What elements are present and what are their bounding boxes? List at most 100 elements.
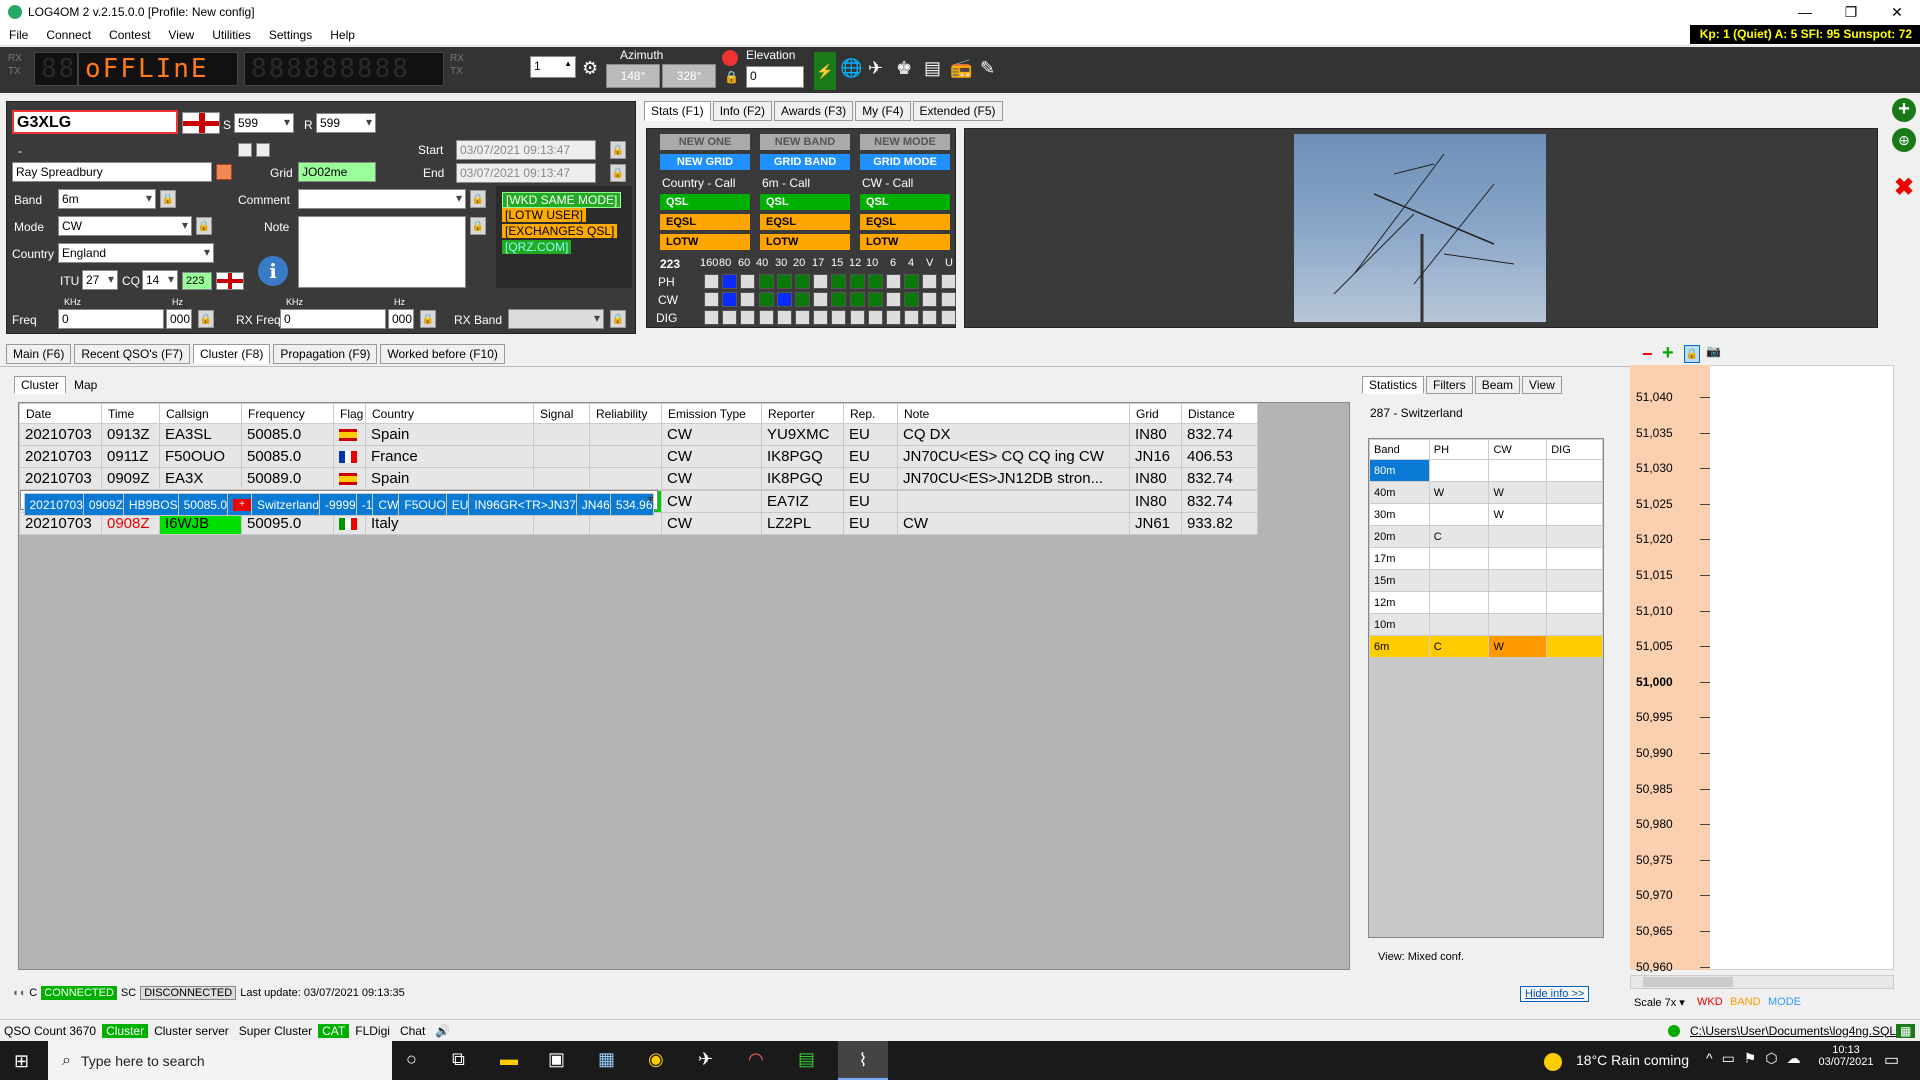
radio-icon[interactable]: 📻 xyxy=(950,58,972,79)
menu-settings[interactable]: Settings xyxy=(260,28,321,42)
tab-main[interactable]: Main (F6) xyxy=(6,344,72,364)
file-explorer-icon[interactable]: ▬ xyxy=(500,1049,518,1070)
mode-select[interactable]: CW xyxy=(58,216,192,236)
menu-view[interactable]: View xyxy=(159,28,203,42)
filter-mode[interactable]: MODE xyxy=(1768,996,1801,1008)
stack-icon[interactable]: ▤ xyxy=(924,58,941,79)
tab-worked-before[interactable]: Worked before (F10) xyxy=(380,344,505,364)
grid-input[interactable]: JO02me xyxy=(298,162,376,182)
col-country[interactable]: Country xyxy=(365,403,534,424)
radio-spinner[interactable]: 1 ▲ xyxy=(530,56,576,78)
itu-select[interactable]: 27 xyxy=(82,270,118,290)
comment-lock-icon[interactable]: 🔒 xyxy=(470,190,486,208)
cq-select[interactable]: 14 xyxy=(142,270,178,290)
freq-lock-icon[interactable]: 🔒 xyxy=(198,310,214,328)
tab-view[interactable]: View xyxy=(1522,376,1562,394)
taskbar-search[interactable]: ⌕ Type here to search xyxy=(48,1041,392,1080)
filter-wkd[interactable]: WKD xyxy=(1697,996,1723,1008)
menu-utilities[interactable]: Utilities xyxy=(203,28,260,42)
tab-filters[interactable]: Filters xyxy=(1426,376,1473,394)
task-view-icon[interactable]: ○ xyxy=(406,1049,417,1070)
tab-awards[interactable]: Awards (F3) xyxy=(774,101,854,121)
status-chat[interactable]: Chat xyxy=(396,1024,429,1038)
tab-beam[interactable]: Beam xyxy=(1474,376,1521,394)
add-icon[interactable]: + xyxy=(1892,98,1916,122)
callsign-input[interactable]: G3XLG xyxy=(12,110,178,134)
col-date[interactable]: Date xyxy=(19,403,102,424)
table-row[interactable]: 20210703 0913Z EA3SL 50085.0 Spain CW YU9XMC EU… xyxy=(19,423,1258,446)
menu-connect[interactable]: Connect xyxy=(37,28,100,42)
database-path[interactable]: C:\Users\User\Documents\log4ng.SQLite xyxy=(1686,1024,1913,1038)
clock[interactable]: 10:13 03/07/2021 xyxy=(1816,1044,1876,1068)
list-item[interactable]: 20m C xyxy=(1369,525,1603,548)
notification-icon[interactable]: ▭ xyxy=(1884,1050,1899,1070)
headphones-icon[interactable]: ◠ xyxy=(748,1049,764,1070)
info-icon[interactable]: i xyxy=(258,256,288,286)
speaker-icon[interactable]: 🔊 xyxy=(431,1024,454,1038)
list-item[interactable]: 80m xyxy=(1369,459,1603,482)
clear-icon[interactable]: ✖ xyxy=(1892,176,1916,200)
col-callsign[interactable]: Callsign xyxy=(159,403,242,424)
list-item[interactable]: 12m xyxy=(1369,591,1603,614)
tray-icons[interactable]: ^▭⚑⬡☁ xyxy=(1706,1050,1810,1067)
rx-band-select[interactable] xyxy=(508,309,604,329)
elevation-input[interactable]: 0 xyxy=(746,66,804,88)
band-select[interactable]: 6m xyxy=(58,189,156,209)
tab-stats[interactable]: Stats (F1) xyxy=(644,101,711,121)
name-input[interactable]: Ray Spreadbury xyxy=(12,162,212,182)
col-reliability[interactable]: Reliability xyxy=(589,403,662,424)
freq-khz-input[interactable]: 0 xyxy=(58,309,164,329)
col-distance[interactable]: Distance xyxy=(1181,403,1258,424)
table-row[interactable]: 20210703 0911Z F50OUO 50085.0 France CW IK8PGQ… xyxy=(19,445,1258,468)
start-time-input[interactable]: 03/07/2021 09:13:47 xyxy=(456,140,596,160)
list-item[interactable]: 17m xyxy=(1369,547,1603,570)
end-time-input[interactable]: 03/07/2021 09:13:47 xyxy=(456,163,596,183)
rx-freq-lock-icon[interactable]: 🔒 xyxy=(420,310,436,328)
rotator-stop-icon[interactable] xyxy=(722,50,738,66)
gear-icon[interactable]: ⚙ xyxy=(582,58,598,79)
menu-contest[interactable]: Contest xyxy=(100,28,159,42)
menu-file[interactable]: File xyxy=(0,28,37,42)
status-cat[interactable]: CAT xyxy=(318,1023,350,1038)
list-item[interactable]: 40m W W xyxy=(1369,481,1603,504)
tab-info[interactable]: Info (F2) xyxy=(712,101,773,121)
col-emission-type[interactable]: Emission Type xyxy=(661,403,762,424)
multitask-icon[interactable]: ⧉ xyxy=(452,1049,465,1070)
zoom-in-icon[interactable]: + xyxy=(1662,342,1674,365)
chrome-icon[interactable]: ◉ xyxy=(648,1049,664,1070)
signal-icon[interactable]: ⚡ xyxy=(814,52,836,90)
col-grid[interactable]: Grid xyxy=(1129,403,1182,424)
grid-view-icon[interactable]: ▦ xyxy=(1896,1023,1916,1038)
tab-cluster-list[interactable]: Cluster xyxy=(14,376,67,394)
hide-info-button[interactable]: Hide info >> xyxy=(1520,986,1590,1002)
camera-icon[interactable]: 📷 xyxy=(1706,344,1721,358)
rx-freq-hz-input[interactable]: 000 xyxy=(388,309,414,329)
satellite-icon[interactable]: ✈ xyxy=(868,58,883,79)
minimize-icon[interactable]: — xyxy=(1782,0,1828,24)
list-item[interactable]: 6m C W xyxy=(1369,635,1603,658)
note-textarea[interactable] xyxy=(298,216,466,288)
zoom-out-icon[interactable]: − xyxy=(1642,344,1653,365)
col-reporter[interactable]: Reporter xyxy=(761,403,844,424)
status-super-cluster[interactable]: Super Cluster xyxy=(235,1024,316,1038)
windows-start-icon[interactable]: ⊞ xyxy=(14,1051,29,1072)
bandmap-scrollbar[interactable] xyxy=(1630,975,1894,989)
list-item[interactable]: 10m xyxy=(1369,613,1603,636)
scale-select[interactable]: Scale 7x ▾ xyxy=(1634,996,1685,1009)
tab-statistics[interactable]: Statistics xyxy=(1362,376,1425,394)
tab-cluster[interactable]: Cluster (F8) xyxy=(193,344,271,364)
tab-cluster-map[interactable]: Map xyxy=(68,376,104,394)
filter-band[interactable]: BAND xyxy=(1730,996,1761,1008)
award-icon[interactable]: ♚ xyxy=(896,58,912,79)
globe-refresh-icon[interactable]: ⊕ xyxy=(1892,128,1916,152)
status-cluster-server[interactable]: Cluster server xyxy=(150,1024,233,1038)
qrz-lookup-icon[interactable] xyxy=(216,164,232,180)
checkbox-1[interactable] xyxy=(238,143,252,157)
end-lock-icon[interactable]: 🔒 xyxy=(610,164,626,182)
rx-band-lock-icon[interactable]: 🔒 xyxy=(610,310,626,328)
note-lock-icon[interactable]: 🔒 xyxy=(470,217,486,235)
start-lock-icon[interactable]: 🔒 xyxy=(610,141,626,159)
table-row[interactable]: 20210703 0909Z EA3X 50089.0 Spain CW IK8PGQ EU J… xyxy=(19,467,1258,490)
col-flag[interactable]: Flag xyxy=(333,403,366,424)
globe-icon[interactable]: 🌐 xyxy=(840,58,862,79)
